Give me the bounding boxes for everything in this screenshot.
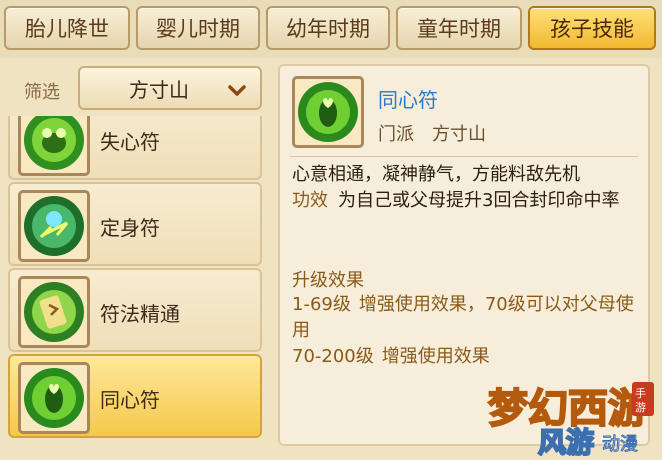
skill-item-fufajingtong[interactable]: 符法精通 [8, 268, 262, 352]
svg-text:动漫: 动漫 [602, 434, 638, 455]
upgrade-list: 1-69级 增强使用效果，70级可以对父母使用 70-200级 增强使用效果 [292, 292, 637, 370]
svg-text:游: 游 [635, 401, 646, 414]
skill-label: 符法精通 [100, 302, 180, 326]
school-filter-dropdown[interactable]: 方寸山 [78, 66, 262, 110]
upgrade-title: 升级效果 [292, 270, 364, 291]
skill-item-shixinfu[interactable]: 失心符 [8, 116, 262, 180]
svg-text:手: 手 [635, 386, 646, 400]
upgrade-level: 1-69级 [292, 294, 351, 315]
upgrade-level: 70-200级 [292, 346, 374, 367]
watermark-logo: 梦幻西游 风游 动漫 手 游 [487, 382, 654, 456]
effect-row: 功效 为自己或父母提升3回合封印命中率 [292, 188, 637, 214]
filter-label: 筛选 [24, 82, 60, 103]
filter-value: 方寸山 [129, 77, 189, 102]
skill-item-tongxinfu[interactable]: 同心符 [8, 354, 262, 438]
divider [290, 156, 638, 157]
heart-talisman-icon [292, 76, 364, 148]
tab-child-skills[interactable]: 孩子技能 [528, 6, 656, 50]
tab-childhood[interactable]: 童年时期 [396, 6, 522, 50]
skill-label: 同心符 [100, 388, 160, 412]
tab-infant[interactable]: 婴儿时期 [136, 6, 260, 50]
effect-text: 为自己或父母提升3回合封印命中率 [338, 190, 620, 211]
school-value: 方寸山 [432, 124, 486, 145]
skill-description: 心意相通，凝神静气，方能料敌先机 功效 为自己或父母提升3回合封印命中率 [292, 162, 637, 214]
skill-title: 同心符 [378, 88, 438, 112]
skill-list[interactable]: 失心符 定身符 符法精通 同心符 [8, 116, 264, 446]
scroll-talisman-icon [18, 276, 90, 348]
frog-talisman-icon [18, 116, 90, 176]
lightning-talisman-icon [18, 190, 90, 262]
upgrade-row: 70-200级 增强使用效果 [292, 344, 637, 370]
school-label: 门派 [378, 124, 414, 145]
svg-text:风游: 风游 [538, 426, 594, 456]
chevron-down-icon [228, 85, 246, 96]
upgrade-row: 1-69级 增强使用效果，70级可以对父母使用 [292, 292, 637, 344]
tab-fetal[interactable]: 胎儿降世 [4, 6, 130, 50]
school-row: 门派 方寸山 [378, 120, 486, 146]
upgrade-text: 增强使用效果 [381, 346, 490, 367]
tab-bar: 胎儿降世 婴儿时期 幼年时期 童年时期 孩子技能 [0, 0, 662, 58]
effect-label: 功效 [292, 190, 328, 211]
skill-item-dingshenfu[interactable]: 定身符 [8, 182, 262, 266]
skill-label: 定身符 [100, 216, 160, 240]
skill-label: 失心符 [100, 130, 160, 154]
heart-talisman-icon [18, 362, 90, 434]
description-text: 心意相通，凝神静气，方能料敌先机 [292, 164, 580, 185]
tab-toddler[interactable]: 幼年时期 [266, 6, 390, 50]
